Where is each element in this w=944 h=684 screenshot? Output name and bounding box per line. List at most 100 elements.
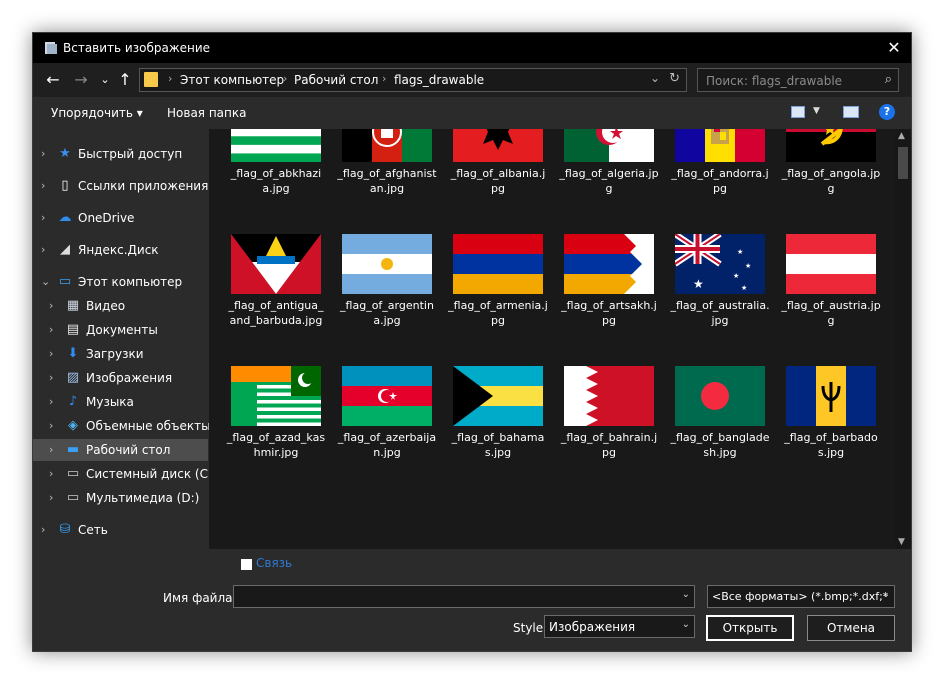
- file-tile[interactable]: _flag_of_bahamas.jpg: [448, 361, 548, 471]
- new-folder-button[interactable]: Новая папка: [167, 106, 246, 120]
- sidebar-item[interactable]: › ★ Быстрый доступ: [33, 143, 208, 165]
- sidebar-item[interactable]: › ☁ OneDrive: [33, 207, 208, 229]
- link-checkbox[interactable]: [241, 559, 252, 570]
- flag-image: [786, 234, 876, 294]
- up-icon[interactable]: ↑: [115, 70, 135, 90]
- breadcrumb-desktop[interactable]: Рабочий стол: [294, 73, 378, 87]
- file-tile[interactable]: _flag_of_barbados.jpg: [781, 361, 881, 471]
- filename-label: Имя файла:: [163, 591, 237, 605]
- refresh-icon[interactable]: ↻: [669, 71, 680, 86]
- search-box[interactable]: ⌕: [697, 68, 899, 92]
- style-select[interactable]: Изображения ⌄: [544, 615, 695, 638]
- sidebar-item[interactable]: › ▤ Документы: [33, 319, 208, 341]
- address-bar[interactable]: › Этот компьютер › Рабочий стол › flags_…: [139, 68, 687, 92]
- chevron-right-icon[interactable]: ›: [49, 395, 53, 408]
- chevron-right-icon[interactable]: ›: [49, 323, 53, 336]
- sidebar-item-label: Мультимедиа (D:): [86, 491, 200, 505]
- help-icon[interactable]: ?: [879, 104, 895, 120]
- chevron-right-icon[interactable]: ›: [49, 419, 53, 432]
- sidebar-item-label: Изображения: [86, 371, 173, 385]
- flag-thumbnail: [786, 234, 876, 294]
- sidebar-item[interactable]: › ▭ Мультимедиа (D:): [33, 487, 208, 509]
- chevron-down-icon[interactable]: ⌄: [682, 619, 690, 630]
- yandex-disk-icon: ◢: [60, 242, 70, 257]
- link-checkbox-label[interactable]: Связь: [256, 556, 292, 570]
- recent-locations-icon[interactable]: ⌄: [95, 70, 115, 90]
- file-tile[interactable]: _flag_of_austria.jpg: [781, 229, 881, 339]
- sidebar-item[interactable]: › ▬ Рабочий стол: [33, 439, 208, 461]
- open-button[interactable]: Открыть: [706, 615, 794, 641]
- file-name: _flag_of_australia.jpg: [670, 299, 770, 327]
- chevron-right-icon[interactable]: ›: [49, 467, 53, 480]
- chevron-right-icon[interactable]: ›: [49, 491, 53, 504]
- search-icon[interactable]: ⌕: [885, 72, 892, 87]
- 3d-objects-icon: ◈: [68, 418, 78, 433]
- flag-image: [453, 366, 543, 426]
- file-tile[interactable]: _flag_of_bahrain.jpg: [559, 361, 659, 471]
- chevron-right-icon[interactable]: ›: [41, 179, 45, 192]
- svg-text:★: ★: [693, 277, 704, 291]
- close-icon[interactable]: ✕: [883, 37, 905, 59]
- flag-image: [342, 366, 432, 426]
- file-tile[interactable]: ★★★★★ _flag_of_abkhazia.jpg: [226, 129, 326, 207]
- sidebar-item[interactable]: › ▨ Изображения: [33, 367, 208, 389]
- vertical-scrollbar[interactable]: ▲ ▼: [895, 129, 911, 549]
- file-tile[interactable]: _flag_of_azad_kashmir.jpg: [226, 361, 326, 471]
- scroll-thumb[interactable]: [898, 147, 908, 179]
- sidebar-item[interactable]: › ▦ Видео: [33, 295, 208, 317]
- chevron-right-icon[interactable]: ›: [49, 443, 53, 456]
- scroll-down-icon[interactable]: ▼: [898, 537, 905, 547]
- insert-image-dialog: Вставить изображение ✕ ← → ⌄ ↑ › Этот ко…: [32, 32, 912, 652]
- sidebar-item[interactable]: › ◈ Объемные объекты: [33, 415, 211, 437]
- view-dropdown-icon[interactable]: ▼: [813, 106, 820, 116]
- file-tile[interactable]: _flag_of_armenia.jpg: [448, 229, 548, 339]
- chevron-down-icon[interactable]: ⌄: [41, 275, 50, 288]
- file-tile[interactable]: _flag_of_argentina.jpg: [337, 229, 437, 339]
- sidebar-item-label: Яндекс.Диск: [78, 243, 159, 257]
- chevron-right-icon[interactable]: ›: [41, 243, 45, 256]
- sidebar-item[interactable]: › ⛁ Сеть: [33, 519, 208, 541]
- sidebar-item[interactable]: › ▯ Ссылки приложения: [33, 175, 208, 197]
- chevron-right-icon[interactable]: ›: [49, 371, 53, 384]
- file-name: _flag_of_angola.jpg: [781, 167, 881, 195]
- chevron-right-icon[interactable]: ›: [49, 347, 53, 360]
- preview-pane-icon[interactable]: [843, 106, 859, 118]
- sidebar-item[interactable]: › ▭ Системный диск (C:): [33, 463, 217, 485]
- file-type-select[interactable]: <Все форматы> (*.bmp;*.dxf;* ⌄: [707, 585, 895, 608]
- file-tile[interactable]: _flag_of_azerbaijan.jpg: [337, 361, 437, 471]
- file-tile[interactable]: ★ ★ ★ ★ ★ _flag_of_australia.jpg: [670, 229, 770, 339]
- chevron-right-icon[interactable]: ›: [49, 299, 53, 312]
- file-tile[interactable]: _flag_of_antigua_and_barbuda.jpg: [226, 229, 326, 339]
- sidebar-item[interactable]: › ♪ Музыка: [33, 391, 208, 413]
- organize-button[interactable]: Упорядочить ▾: [51, 106, 143, 120]
- sidebar-item[interactable]: › ⬇ Загрузки: [33, 343, 208, 365]
- file-tile[interactable]: _flag_of_artsakh.jpg: [559, 229, 659, 339]
- chevron-right-icon[interactable]: ›: [41, 211, 45, 224]
- file-tile[interactable]: _flag_of_bangladesh.jpg: [670, 361, 770, 471]
- file-tile[interactable]: _flag_of_albania.jpg: [448, 129, 548, 207]
- breadcrumb-flags-drawable[interactable]: flags_drawable: [394, 73, 484, 87]
- view-mode-icon[interactable]: [791, 106, 805, 118]
- filename-field[interactable]: ⌄: [233, 585, 695, 608]
- flag-thumbnail: [675, 129, 765, 162]
- breadcrumb-this-pc[interactable]: Этот компьютер: [180, 73, 284, 87]
- file-tile[interactable]: _flag_of_afghanistan.jpg: [337, 129, 437, 207]
- sidebar-item[interactable]: › ◢ Яндекс.Диск: [33, 239, 208, 261]
- search-input[interactable]: [704, 71, 878, 91]
- chevron-right-icon[interactable]: ›: [41, 523, 45, 536]
- address-dropdown-icon[interactable]: ⌄: [650, 71, 660, 85]
- back-icon[interactable]: ←: [43, 70, 63, 90]
- sidebar-item[interactable]: ⌄ ▭ Этот компьютер: [33, 271, 208, 293]
- chevron-down-icon[interactable]: ⌄: [682, 589, 690, 600]
- flag-thumbnail: [231, 366, 321, 426]
- file-tile[interactable]: _flag_of_angola.jpg: [781, 129, 881, 207]
- chevron-right-icon[interactable]: ›: [41, 147, 45, 160]
- file-name: _flag_of_antigua_and_barbuda.jpg: [228, 299, 324, 327]
- forward-icon[interactable]: →: [71, 70, 91, 90]
- cancel-button[interactable]: Отмена: [807, 615, 895, 641]
- file-tile[interactable]: _flag_of_algeria.jpg: [559, 129, 659, 207]
- chevron-down-icon[interactable]: ⌄: [882, 589, 890, 600]
- file-tile[interactable]: _flag_of_andorra.jpg: [670, 129, 770, 207]
- scroll-up-icon[interactable]: ▲: [898, 131, 905, 141]
- flag-thumbnail: [786, 129, 876, 162]
